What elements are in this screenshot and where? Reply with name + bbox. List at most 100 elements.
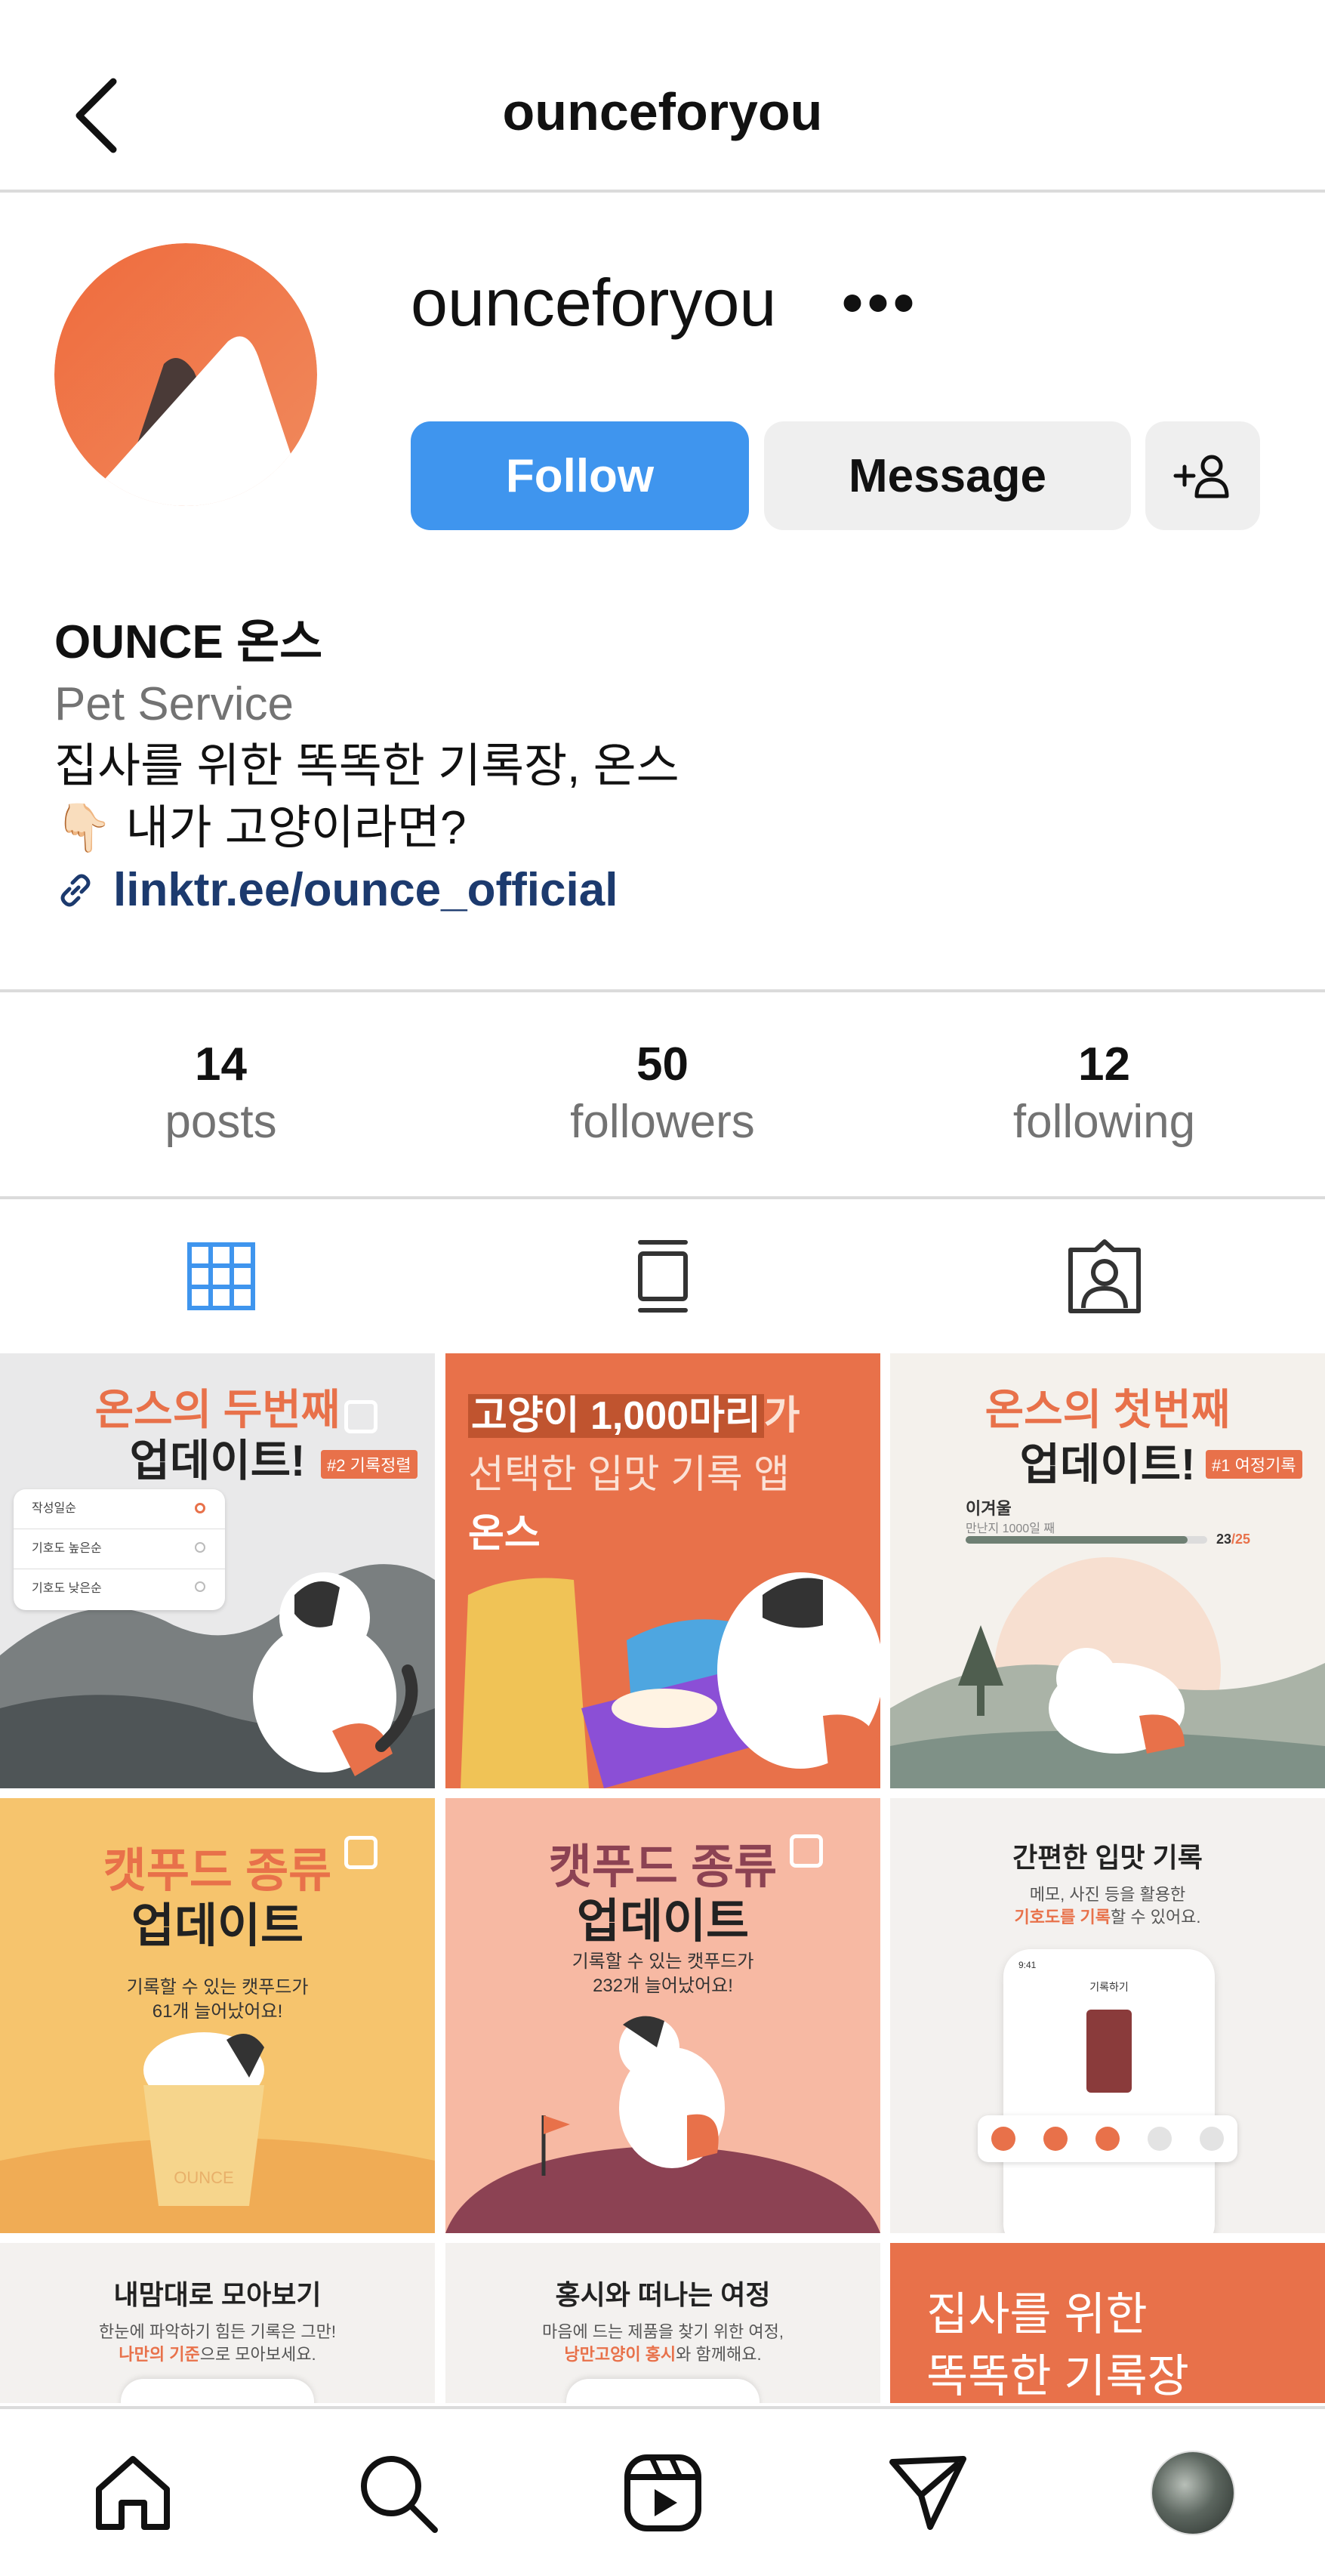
sort-option: 기호도 낮은순 (32, 1582, 102, 1595)
profile-category: Pet Service (54, 678, 294, 730)
progress-track (966, 1536, 1207, 1544)
follow-button[interactable]: Follow (411, 421, 749, 530)
search-icon (360, 2455, 438, 2533)
stat-label: followers (570, 1096, 755, 1148)
bio-text-line: 집사를 위한 똑똑한 기록장, 온스 (54, 740, 679, 792)
post-headline-text: 가 (763, 1394, 800, 1438)
post-subtitle-text: 할 수 있어요. (1111, 1908, 1201, 1927)
pet-name: 이겨울 (966, 1499, 1012, 1518)
nav-reels[interactable] (530, 2409, 795, 2576)
sort-options-card: 작성일순 기호도 높은순 기호도 낮은순 (14, 1489, 225, 1610)
post-subtitle: 나만의 기준으로 모아보세요. (0, 2341, 435, 2365)
reels-icon (624, 2454, 701, 2531)
stat-posts[interactable]: 14 posts (0, 992, 442, 1196)
carousel-icon (344, 1836, 377, 1869)
post-headline: 온스 (468, 1512, 541, 1556)
grid-icon (186, 1242, 255, 1310)
post-thumbnail[interactable]: 내맘대로 모아보기 한눈에 파악하기 힘든 기록은 그만! 나만의 기준으로 모… (0, 2243, 435, 2403)
post-thumbnail[interactable]: 고양이 1,000마리가 선택한 입맛 기록 앱 온스 (445, 1353, 880, 1788)
rating-row (978, 2115, 1237, 2162)
paw-filled-icon (1043, 2127, 1068, 2151)
box-label: OUNCE (174, 2168, 234, 2187)
add-user-icon (1173, 455, 1229, 498)
stat-label: posts (165, 1096, 277, 1148)
nav-home[interactable] (0, 2409, 265, 2576)
tab-grid[interactable] (0, 1201, 442, 1352)
stat-value: 12 (1078, 1038, 1130, 1091)
profile-stats: 14 posts 50 followers 12 following (0, 989, 1325, 1199)
tagged-icon (1068, 1239, 1141, 1313)
bio-text: 내가 고양이라면? (125, 802, 467, 854)
profile-avatar-small (1150, 2450, 1235, 2535)
phone-title: 기록하기 (1089, 1981, 1129, 1993)
post-headline: 똑똑한 기록장 (926, 2351, 1189, 2402)
post-subtitle-text: 와 함께해요. (676, 2345, 762, 2364)
suggested-users-button[interactable] (1145, 421, 1260, 530)
product-image (1086, 2010, 1132, 2093)
post-thumbnail[interactable]: 간편한 입맛 기록 메모, 사진 등을 활용한 기호도를 기록할 수 있어요. … (890, 1798, 1325, 2233)
tab-feed[interactable] (442, 1201, 883, 1352)
reels-feed-icon (637, 1240, 688, 1313)
post-subtitle-highlight: 나만의 기준 (119, 2345, 200, 2364)
post-tag: #1 여정기록 (1206, 1450, 1302, 1479)
post-thumbnail[interactable]: 집사를 위한 똑똑한 기록장 (890, 2243, 1325, 2403)
post-subtitle-highlight: 낭만고양이 홍시 (564, 2345, 676, 2364)
post-subtitle: 메모, 사진 등을 활용한 (1029, 1885, 1186, 1904)
tab-tagged[interactable] (883, 1201, 1325, 1352)
radio-icon (195, 1542, 205, 1553)
post-subtitle: 낭만고양이 홍시와 함께해요. (445, 2341, 880, 2365)
phone-mockup (566, 2379, 760, 2403)
stat-followers[interactable]: 50 followers (442, 992, 883, 1196)
phone-time: 9:41 (1018, 1960, 1037, 1970)
radio-icon (195, 1581, 205, 1592)
nav-profile[interactable] (1060, 2409, 1325, 2576)
profile-username: ounceforyou (411, 265, 777, 340)
post-thumbnail[interactable]: 온스의 첫번째 업데이트! #1 여정기록 이겨울 만난지 1000일 째 23… (890, 1353, 1325, 1788)
progress-total: /25 (1231, 1532, 1251, 1547)
post-thumbnail[interactable]: 온스의 두번째 업데이트! #2 기록정렬 작성일순 기호도 높은순 기호도 낮… (0, 1353, 435, 1788)
post-subtitle: 232개 늘어났어요! (593, 1976, 733, 1996)
more-options-icon[interactable]: ••• (842, 268, 919, 338)
post-title: 온스의 첫번째 (985, 1386, 1231, 1433)
sort-option: 작성일순 (14, 1489, 225, 1529)
post-thumbnail[interactable]: 캣푸드 종류 업데이트 기록할 수 있는 캣푸드가 61개 늘어났어요! OUN… (0, 1798, 435, 2233)
post-headline-highlight: 고양이 1,000마리 (468, 1394, 764, 1438)
paw-empty-icon (1199, 2127, 1224, 2151)
progress-fill (966, 1536, 1188, 1544)
phone-mockup: 9:41 기록하기 (1003, 1949, 1215, 2233)
paw-filled-icon (991, 2127, 1016, 2151)
post-tag: #2 기록정렬 (321, 1450, 418, 1479)
bio-text-line: 👇🏻 내가 고양이라면? (54, 797, 1262, 859)
post-subtitle: 기록할 수 있는 캣푸드가 (572, 1951, 754, 1972)
post-thumbnail[interactable]: 캣푸드 종류 업데이트 기록할 수 있는 캣푸드가 232개 늘어났어요! (445, 1798, 880, 2233)
paw-filled-icon (1095, 2127, 1120, 2151)
post-headline: 선택한 입맛 기록 앱 (468, 1453, 790, 1497)
post-thumbnail[interactable]: 홍시와 떠나는 여정 마음에 드는 제품을 찾기 위한 여정, 낭만고양이 홍시… (445, 2243, 880, 2403)
top-bar: ounceforyou (0, 0, 1325, 193)
nav-direct[interactable] (795, 2409, 1060, 2576)
post-subtitle: 기호도를 기록할 수 있어요. (890, 1904, 1325, 1928)
bio-link[interactable]: linktr.ee/ounce_official (54, 859, 1262, 921)
post-title: 홍시와 떠나는 여정 (555, 2279, 771, 2310)
profile-display-name: OUNCE 온스 (54, 616, 323, 668)
nav-search[interactable] (265, 2409, 530, 2576)
stat-value: 50 (636, 1038, 689, 1091)
post-headline: 집사를 위한 (926, 2289, 1148, 2340)
carousel-icon (344, 1400, 377, 1433)
profile-avatar[interactable] (54, 243, 317, 506)
send-icon (889, 2455, 966, 2530)
bottom-nav (0, 2406, 1325, 2576)
profile-bio: OUNCE 온스 Pet Service 집사를 위한 똑똑한 기록장, 온스 … (54, 612, 1262, 921)
post-grid: 온스의 두번째 업데이트! #2 기록정렬 작성일순 기호도 높은순 기호도 낮… (0, 1353, 1325, 2403)
post-title: 업데이트 (131, 1900, 304, 1952)
home-icon (95, 2455, 170, 2530)
post-title: 간편한 입맛 기록 (1012, 1842, 1203, 1873)
stat-following[interactable]: 12 following (883, 992, 1325, 1196)
radio-selected-icon (195, 1503, 205, 1513)
progress-done: 23 (1216, 1532, 1232, 1547)
stat-label: following (1012, 1096, 1196, 1148)
message-button[interactable]: Message (764, 421, 1131, 530)
post-subtitle: 한눈에 파악하기 힘든 기록은 그만! (99, 2322, 336, 2341)
post-headline: 고양이 1,000마리가 (468, 1384, 800, 1440)
post-title: 업데이트 (576, 1896, 750, 1948)
